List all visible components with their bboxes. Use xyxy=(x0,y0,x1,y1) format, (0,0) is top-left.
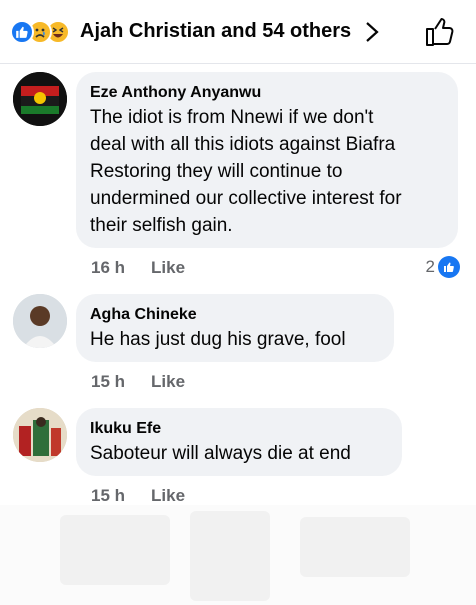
like-link[interactable]: Like xyxy=(151,486,185,506)
avatar[interactable] xyxy=(13,294,67,348)
comment-author[interactable]: Ikuku Efe xyxy=(90,418,388,440)
reaction-count-value: 2 xyxy=(425,257,435,276)
faded-block xyxy=(190,511,270,601)
comment-line: Saboteur will always die at end xyxy=(90,443,351,464)
comment-reaction-count[interactable]: 2 xyxy=(426,256,460,278)
thumbs-up-icon[interactable] xyxy=(424,16,456,48)
faded-block xyxy=(60,515,170,585)
comment-author[interactable]: Eze Anthony Anyanwu xyxy=(90,82,444,104)
comment-time[interactable]: 15 h xyxy=(91,486,125,506)
comment-meta: 16 h Like xyxy=(91,258,185,278)
comment-line: Restoring they will continue to xyxy=(90,161,343,182)
like-icon xyxy=(438,256,460,278)
comment-meta: 15 h Like xyxy=(91,486,185,506)
comment-line: The idiot is from Nnewi if we don't xyxy=(90,107,374,128)
chevron-right-icon[interactable] xyxy=(363,20,381,44)
comment-line: their selfish gain. xyxy=(90,215,233,236)
comment-line: He has just dug his grave, fool xyxy=(90,329,346,350)
comment-bubble: Eze Anthony Anyanwu The idiot is from Nn… xyxy=(76,72,458,248)
comment-meta: 15 h Like xyxy=(91,372,185,392)
comment-line: deal with all this idiots against Biafra xyxy=(90,134,396,155)
comment-time[interactable]: 16 h xyxy=(91,258,125,278)
avatar[interactable] xyxy=(13,72,67,126)
faded-preview-area xyxy=(0,505,476,605)
comment-time[interactable]: 15 h xyxy=(91,372,125,392)
like-icon xyxy=(10,19,34,44)
avatar[interactable] xyxy=(13,408,67,462)
reactions-summary[interactable]: Ajah Christian and 54 others xyxy=(80,20,351,43)
reactions-bar[interactable]: Ajah Christian and 54 others xyxy=(0,0,476,64)
comment-bubble: Agha Chineke He has just dug his grave, … xyxy=(76,294,394,362)
faded-block xyxy=(300,517,410,577)
like-link[interactable]: Like xyxy=(151,258,185,278)
like-link[interactable]: Like xyxy=(151,372,185,392)
comment-bubble: Ikuku Efe Saboteur will always die at en… xyxy=(76,408,402,476)
reaction-icons xyxy=(10,19,70,44)
comment-author[interactable]: Agha Chineke xyxy=(90,304,380,326)
comment-line: undermined our collective interest for xyxy=(90,188,402,209)
